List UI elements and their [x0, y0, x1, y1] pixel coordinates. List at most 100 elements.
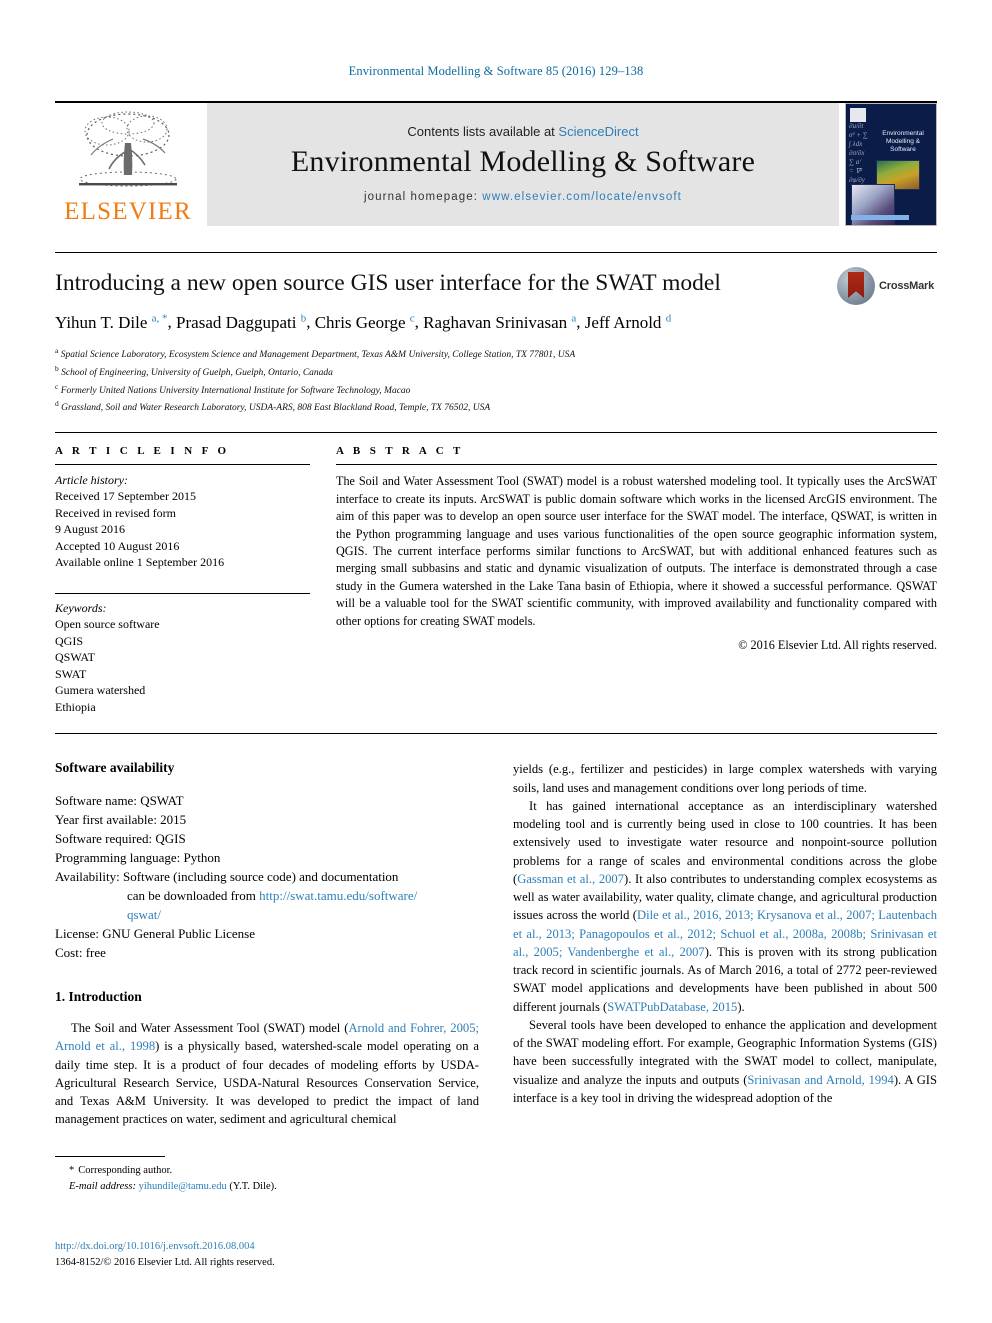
author-name: Prasad Daggupati — [176, 312, 297, 332]
article-info-rule — [55, 464, 310, 466]
introduction-paragraph-1: The Soil and Water Assessment Tool (SWAT… — [55, 1019, 479, 1129]
crossmark-badge[interactable]: CrossMark — [837, 265, 937, 307]
crossmark-icon — [837, 267, 875, 305]
right-body-column: yields (e.g., fertilizer and pesticides)… — [513, 760, 937, 1230]
keyword-item: QSWAT — [55, 650, 96, 665]
affiliation-mark: a — [55, 345, 59, 355]
email-note: E-mail address: yihundile@tamu.edu (Y.T.… — [55, 1179, 475, 1195]
abstract-column: A B S T R A C T The Soil and Water Asses… — [336, 445, 937, 715]
article-history-item: Available online 1 September 2016 — [55, 555, 225, 570]
contents-list-line: Contents lists available at ScienceDirec… — [407, 124, 638, 139]
cover-bottom-strip — [851, 215, 909, 220]
affiliation-item: a Spatial Science Laboratory, Ecosystem … — [55, 345, 937, 363]
doi-link[interactable]: http://dx.doi.org/10.1016/j.envsoft.2016… — [55, 1239, 485, 1255]
affiliation-text: School of Engineering, University of Gue… — [61, 367, 333, 378]
author-name: Raghavan Srinivasan — [423, 312, 568, 332]
article-info-heading: A R T I C L E I N F O — [55, 445, 230, 458]
running-head: Environmental Modelling & Software 85 (2… — [348, 64, 644, 78]
abstract-rule — [336, 464, 937, 466]
affiliation-item: b School of Engineering, University of G… — [55, 363, 937, 381]
affiliation-mark: b — [55, 363, 59, 373]
crossmark-label: CrossMark — [879, 280, 935, 292]
keywords-title: Keywords: — [55, 601, 107, 616]
author-marks: c — [409, 312, 415, 325]
article-history-item: Accepted 10 August 2016 — [55, 538, 180, 553]
contents-prefix: Contents lists available at — [407, 124, 559, 139]
footnote-divider — [55, 1156, 165, 1157]
doi-area: http://dx.doi.org/10.1016/j.envsoft.2016… — [55, 1239, 485, 1272]
sciencedirect-link[interactable]: ScienceDirect — [558, 124, 638, 139]
email-label: E-mail address: — [69, 1180, 139, 1192]
issn-copyright-line: 1364-8152/© 2016 Elsevier Ltd. All right… — [55, 1257, 275, 1269]
intro-text-a: The Soil and Water Assessment Tool (SWAT… — [71, 1021, 349, 1036]
software-availability-list: Software name: QSWAT Year first availabl… — [55, 792, 479, 963]
cover-elsevier-mark-icon — [850, 108, 866, 122]
software-availability-label: Availability: Software (including source… — [55, 869, 399, 885]
article-history-item: Received 17 September 2015 — [55, 489, 196, 504]
article-history-title: Article history: — [55, 473, 128, 488]
author-list: Yihun T. Dile a, *, Prasad Daggupati b, … — [55, 312, 672, 332]
elsevier-logo: ELSEVIER — [55, 103, 201, 226]
author-name: Jeff Arnold — [584, 312, 662, 332]
abstract-heading: A B S T R A C T — [336, 445, 464, 458]
homepage-prefix: journal homepage: — [364, 191, 483, 203]
info-top-divider — [55, 432, 937, 434]
keyword-item: Ethiopia — [55, 699, 96, 714]
article-history-item: Received in revised form — [55, 505, 176, 520]
author-marks: a — [571, 312, 577, 325]
title-divider — [55, 252, 937, 253]
software-availability-download-line: can be downloaded from http://swat.tamu.… — [55, 887, 479, 906]
keyword-item: SWAT — [55, 666, 87, 681]
journal-homepage-line: journal homepage: www.elsevier.com/locat… — [364, 191, 682, 203]
corresponding-author-star: * — [69, 1165, 75, 1176]
right-text-d: ). — [737, 999, 745, 1014]
keywords-rule — [55, 593, 310, 595]
affiliation-text: Grassland, Soil and Water Research Labor… — [61, 403, 491, 414]
software-license: License: GNU General Public License — [55, 926, 255, 942]
journal-cover-thumbnail: ∂u/∂t σ² + ∑ ∫ λdx ∂σ/∂x ∑ aⁱ = ∇² ∂φ/∂y Envir… — [845, 103, 937, 226]
masthead-center-panel: Contents lists available at ScienceDirec… — [207, 103, 839, 226]
software-availability-heading: Software availability — [55, 760, 175, 776]
author-item: Yihun T. Dile a, * — [55, 312, 168, 332]
software-availability-item: Software name: QSWAT — [55, 793, 184, 809]
elsevier-tree-icon — [79, 111, 177, 187]
right-paragraph-3: Several tools have been developed to enh… — [513, 1016, 937, 1107]
footnote-area: * Corresponding author. E-mail address: y… — [55, 1156, 475, 1195]
qswat-download-link-cont[interactable]: qswat/ — [55, 906, 479, 925]
author-marks: d — [665, 312, 672, 325]
info-abstract-area: A R T I C L E I N F O Article history: R… — [55, 445, 937, 715]
corresponding-author-text: Corresponding author. — [78, 1165, 173, 1176]
page-title: Introducing a new open source GIS user i… — [55, 270, 721, 296]
title-block: CrossMark Introducing a new open source … — [55, 267, 937, 417]
paper-page: Environmental Modelling & Software 85 (2… — [0, 0, 992, 1323]
affiliation-list: a Spatial Science Laboratory, Ecosystem … — [55, 345, 937, 417]
affiliation-mark: d — [55, 399, 59, 409]
citation-link[interactable]: SWATPubDatabase, 2015 — [607, 1000, 737, 1014]
author-name: Yihun T. Dile — [55, 312, 148, 332]
affiliation-item: d Grassland, Soil and Water Research Lab… — [55, 398, 937, 416]
keywords-block: Keywords: Open source software QGIS QSWA… — [55, 593, 310, 715]
keyword-item: QGIS — [55, 633, 84, 648]
email-suffix: (Y.T. Dile). — [226, 1180, 277, 1192]
affiliation-text: Formerly United Nations University Inter… — [60, 385, 411, 396]
keyword-item: Gumera watershed — [55, 683, 146, 698]
abstract-copyright: © 2016 Elsevier Ltd. All rights reserved… — [738, 638, 937, 653]
software-cost: Cost: free — [55, 945, 106, 961]
citation-link[interactable]: Srinivasan and Arnold, 1994 — [747, 1073, 893, 1087]
cover-journal-title: Environmental Modelling & Software — [882, 130, 924, 153]
author-item: Prasad Daggupati b — [176, 312, 306, 332]
journal-homepage-link[interactable]: www.elsevier.com/locate/envsoft — [482, 191, 682, 203]
elsevier-wordmark: ELSEVIER — [64, 198, 192, 225]
software-availability-item: Software required: QGIS — [55, 831, 186, 847]
email-link[interactable]: yihundile@tamu.edu — [139, 1181, 227, 1192]
journal-title: Environmental Modelling & Software — [290, 145, 756, 178]
author-item: Jeff Arnold d — [584, 312, 672, 332]
software-availability-item: Programming language: Python — [55, 850, 221, 866]
article-info-column: A R T I C L E I N F O Article history: R… — [55, 445, 310, 715]
corresponding-author-note: * Corresponding author. — [55, 1163, 475, 1179]
qswat-download-link[interactable]: http://swat.tamu.edu/software/ — [259, 888, 417, 903]
abstract-text: The Soil and Water Assessment Tool (SWAT… — [336, 474, 937, 628]
right-paragraph-1: yields (e.g., fertilizer and pesticides)… — [513, 762, 937, 795]
citation-link[interactable]: Gassman et al., 2007 — [517, 872, 624, 886]
article-history-item: 9 August 2016 — [55, 522, 126, 537]
